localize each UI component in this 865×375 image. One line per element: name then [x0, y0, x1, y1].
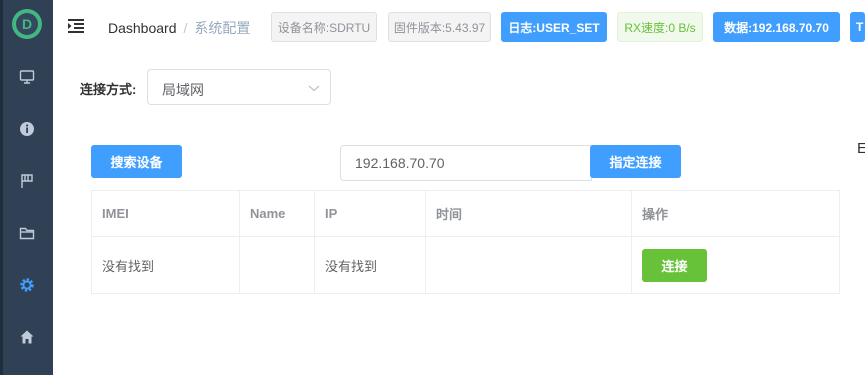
connect-button[interactable]: 连接	[642, 248, 707, 282]
hamburger-icon[interactable]	[68, 18, 84, 34]
column-header-imei: IMEI	[91, 190, 240, 237]
connect-mode-select[interactable]: 局域网	[147, 69, 331, 105]
connect-specified-button[interactable]: 指定连接	[590, 145, 681, 178]
breadcrumb-home[interactable]: Dashboard	[108, 20, 177, 36]
connect-mode-label: 连接方式:	[80, 82, 137, 97]
column-header-action: 操作	[631, 190, 840, 237]
breadcrumb-separator: /	[183, 20, 188, 36]
breadcrumb-current: 系统配置	[194, 20, 251, 36]
cell-action: 连接	[631, 236, 840, 294]
connect-mode-value: 局域网	[162, 82, 204, 98]
monitor-icon[interactable]	[17, 67, 37, 87]
sidebar-edge	[0, 0, 3, 375]
column-header-name: Name	[239, 190, 315, 237]
cell-time	[425, 236, 632, 294]
column-header-ip: IP	[314, 190, 426, 237]
sidebar: D	[0, 0, 53, 375]
search-device-button[interactable]: 搜索设备	[91, 145, 182, 178]
chevron-down-icon	[308, 85, 320, 92]
folder-icon[interactable]	[17, 223, 37, 243]
rx-speed-tag: RX速度:0 B/s	[617, 12, 703, 42]
flag-icon[interactable]	[17, 171, 37, 191]
firmware-tag: 固件版本:5.43.97	[388, 12, 491, 42]
table-header-row: IMEI Name IP 时间 操作	[91, 190, 840, 237]
app-logo[interactable]: D	[12, 9, 42, 39]
cell-name	[239, 236, 315, 294]
cell-ip: 没有找到	[314, 236, 426, 294]
cell-imei: 没有找到	[91, 236, 240, 294]
table-row: 没有找到 没有找到 连接	[91, 236, 840, 294]
log-button[interactable]: 日志:USER_SET	[501, 12, 607, 42]
clipped-text: E	[857, 140, 865, 157]
extra-tag[interactable]: T	[850, 12, 865, 42]
logo-letter: D	[16, 13, 38, 35]
column-header-time: 时间	[425, 190, 632, 237]
gear-icon[interactable]	[17, 275, 37, 295]
ip-address-input[interactable]: 192.168.70.70	[340, 145, 592, 181]
data-button[interactable]: 数据:192.168.70.70	[713, 12, 840, 42]
breadcrumb: Dashboard / 系统配置	[108, 18, 250, 38]
info-icon[interactable]	[17, 119, 37, 139]
home-icon[interactable]	[17, 327, 37, 347]
device-table: IMEI Name IP 时间 操作 没有找到 没有找到 连接	[91, 190, 840, 294]
device-name-tag: 设备名称:SDRTU	[271, 12, 377, 42]
